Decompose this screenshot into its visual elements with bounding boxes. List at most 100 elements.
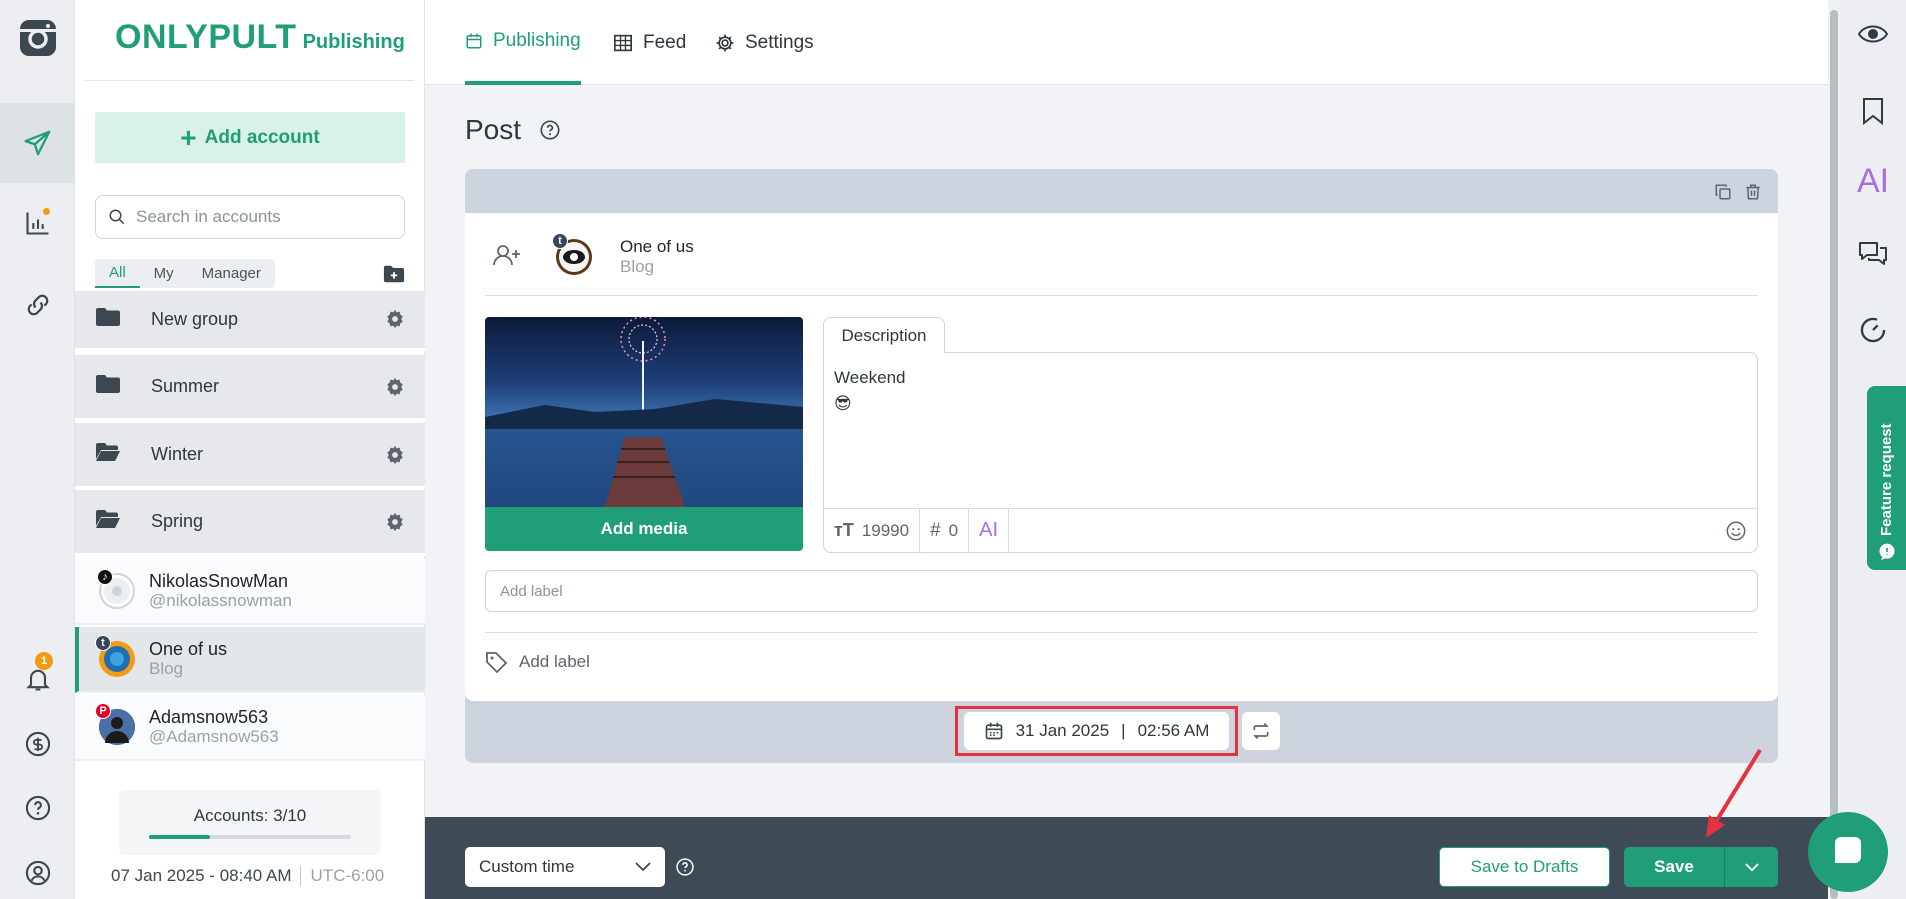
account-filter-tabs: All My Manager <box>95 259 275 288</box>
description-textarea[interactable]: Weekend 😎 <box>834 365 906 417</box>
history-timer-icon[interactable] <box>1840 316 1906 344</box>
group-item[interactable]: Spring <box>75 490 425 556</box>
add-account-label: Add account <box>204 126 320 148</box>
schedule-datetime-picker[interactable]: 31 Jan 2025 | 02:56 AM <box>964 712 1229 750</box>
pointer-arrow-annotation <box>1706 748 1762 838</box>
account-name: Adamsnow563 <box>149 707 269 727</box>
brand-name: ONLYPULT <box>115 18 297 56</box>
datetime-separator: | <box>1121 721 1126 740</box>
group-settings-gear-icon[interactable] <box>385 445 405 470</box>
top-nav: Publishing Feed Settings <box>425 0 1828 85</box>
emoji-picker-icon[interactable] <box>1725 520 1747 547</box>
save-options-dropdown[interactable] <box>1724 847 1778 887</box>
filter-tab-all[interactable]: All <box>95 259 140 288</box>
tab-settings[interactable]: Settings <box>715 0 814 85</box>
tab-label: Feed <box>643 31 687 53</box>
notifications-count-badge: 1 <box>35 652 53 670</box>
account-item-selected[interactable]: t One of us Blog <box>75 627 425 693</box>
selected-account-type: Blog <box>620 257 655 276</box>
timezone-label[interactable]: UTC-6:00 <box>299 866 384 886</box>
plus-icon: + <box>180 121 197 153</box>
ai-assistant-icon[interactable]: AI <box>1840 162 1906 201</box>
filter-tab-my[interactable]: My <box>140 259 188 288</box>
feature-request-label: Feature request <box>1878 423 1895 536</box>
tab-label: Publishing <box>493 29 581 51</box>
help-question-icon[interactable] <box>675 857 695 882</box>
chat-bubble-icon <box>1835 837 1861 863</box>
tab-feed[interactable]: Feed <box>613 0 686 85</box>
notifications-bell-icon[interactable]: 1 <box>0 652 75 702</box>
help-question-icon[interactable] <box>0 785 75 831</box>
account-handle: Blog <box>149 659 184 678</box>
selected-account-name: One of us <box>620 237 694 256</box>
scrollbar-thumb[interactable] <box>1830 10 1838 899</box>
repeat-post-button[interactable] <box>1242 712 1280 750</box>
group-item[interactable]: New group <box>75 291 425 351</box>
help-question-icon[interactable] <box>539 119 561 141</box>
label-placeholder: Add label <box>500 582 563 600</box>
open-folder-icon <box>95 442 123 467</box>
ai-assistant-button[interactable]: AI <box>969 508 1010 553</box>
feature-request-tab[interactable]: Feature request <box>1867 386 1906 570</box>
chevron-down-icon <box>1744 862 1759 871</box>
group-settings-gear-icon[interactable] <box>385 377 405 402</box>
trash-icon[interactable] <box>1744 183 1762 201</box>
profile-user-icon[interactable] <box>0 850 75 896</box>
group-settings-gear-icon[interactable] <box>385 309 405 334</box>
text-size-icon: тT <box>834 520 854 540</box>
avatar: t <box>552 233 592 275</box>
description-emoji: 😎 <box>834 394 852 413</box>
billing-dollar-icon[interactable] <box>0 721 75 767</box>
group-name: Winter <box>151 444 204 464</box>
link-nav-icon[interactable] <box>0 282 75 328</box>
copy-icon[interactable] <box>1714 183 1732 201</box>
live-chat-button[interactable] <box>1808 812 1888 892</box>
selected-account[interactable]: t One of us Blog <box>552 233 694 277</box>
account-item[interactable]: P Adamsnow563 @Adamsnow563 <box>75 695 425 761</box>
account-name: NikolasSnowMan <box>149 571 289 591</box>
instagram-app-icon[interactable] <box>0 10 75 66</box>
post-card-actions <box>1714 183 1762 201</box>
add-label-button[interactable]: Add label <box>485 651 590 673</box>
add-folder-icon[interactable] <box>383 264 405 289</box>
schedule-datetime-highlight: 31 Jan 2025 | 02:56 AM <box>955 706 1238 756</box>
save-to-drafts-button[interactable]: Save to Drafts <box>1439 847 1610 887</box>
group-item[interactable]: Winter <box>75 423 425 489</box>
time-mode-select[interactable]: Custom time <box>465 847 665 887</box>
bookmark-icon[interactable] <box>1840 97 1906 125</box>
preview-eye-icon[interactable] <box>1840 22 1906 46</box>
publishing-nav-icon[interactable] <box>0 103 75 183</box>
analytics-badge-dot <box>43 208 50 215</box>
tab-publishing[interactable]: Publishing <box>465 0 581 85</box>
save-button[interactable]: Save <box>1624 847 1724 887</box>
accounts-usage-box: Accounts: 3/10 <box>119 790 381 855</box>
open-folder-icon <box>95 509 123 534</box>
group-name: New group <box>151 309 239 329</box>
analytics-nav-icon[interactable] <box>0 200 75 246</box>
description-toolbar: тT 19990 # 0 AI <box>824 508 1757 553</box>
page-title-text: Post <box>465 114 522 145</box>
calendar-icon <box>985 722 1002 740</box>
ai-label: AI <box>979 519 999 541</box>
account-handle: @Adamsnow563 <box>149 727 279 746</box>
main-scrollbar[interactable] <box>1828 0 1840 899</box>
group-item[interactable]: Summer <box>75 355 425 421</box>
description-tab[interactable]: Description <box>823 317 945 353</box>
description-text: Weekend <box>834 368 906 387</box>
add-user-icon[interactable] <box>493 243 521 272</box>
post-image-lake-fireworks[interactable] <box>485 317 803 507</box>
add-label-input[interactable]: Add label <box>485 570 1758 612</box>
post-editor: t One of us Blog Add media Description W… <box>465 213 1778 701</box>
brand-logo[interactable]: ONLYPULT Publishing <box>115 18 405 57</box>
description-editor[interactable]: Weekend 😎 тT 19990 # 0 AI <box>823 352 1758 553</box>
add-media-button[interactable]: Add media <box>485 507 803 551</box>
tiktok-icon: ♪ <box>97 569 113 585</box>
comments-icon[interactable] <box>1840 240 1906 268</box>
account-item[interactable]: ♪ NikolasSnowMan @nikolassnowman <box>75 559 425 625</box>
add-account-button[interactable]: + Add account <box>95 112 405 163</box>
group-settings-gear-icon[interactable] <box>385 512 405 537</box>
account-search-input[interactable]: Search in accounts <box>95 195 405 239</box>
hashtag-counter[interactable]: # 0 <box>920 508 970 553</box>
filter-tab-manager[interactable]: Manager <box>188 259 275 288</box>
folder-icon <box>95 307 123 332</box>
